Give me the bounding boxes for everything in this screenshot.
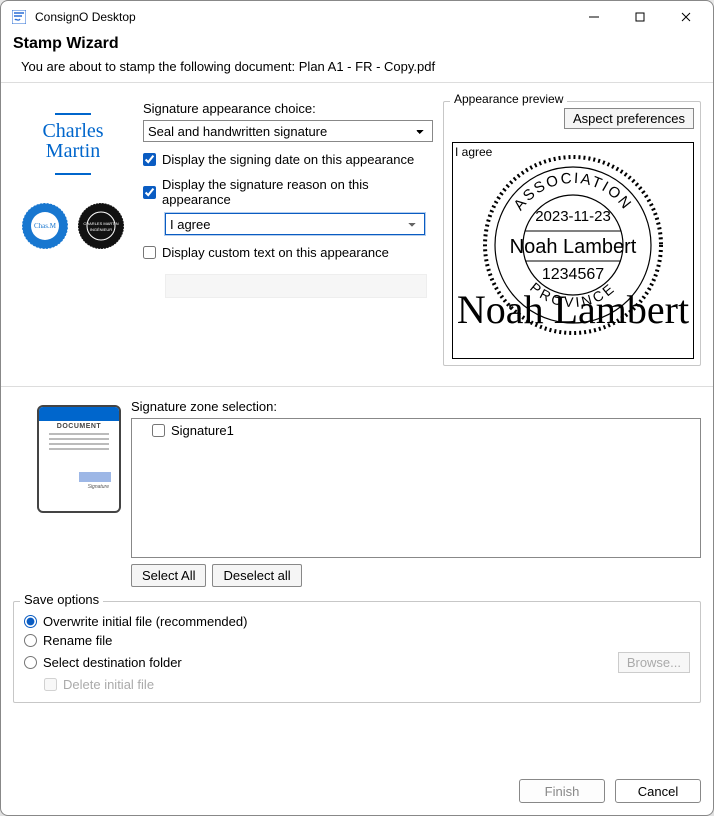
display-reason-option[interactable]: Display the signature reason on this app… [143,177,433,207]
zone-label: Signature zone selection: [131,399,701,414]
rename-radio[interactable] [24,634,37,647]
appearance-row: Charles Martin Chas.M CHARLES MARTIN [13,101,701,366]
delete-initial-checkbox [44,678,57,691]
svg-text:Chas.M: Chas.M [34,222,57,230]
content: Charles Martin Chas.M CHARLES MARTIN [1,83,713,767]
svg-text:CHARLES MARTIN: CHARLES MARTIN [83,221,118,226]
delete-initial-option: Delete initial file [44,677,690,692]
zone-item-checkbox[interactable] [152,424,165,437]
maximize-button[interactable] [617,3,663,31]
cursive-sample: Charles Martin [13,101,133,181]
display-custom-option[interactable]: Display custom text on this appearance [143,245,433,260]
appearance-form: Signature appearance choice: Seal and ha… [143,101,433,298]
cancel-button[interactable]: Cancel [615,779,701,803]
finish-button[interactable]: Finish [519,779,605,803]
wizard-title: Stamp Wizard [13,35,701,53]
titlebar: ConsignO Desktop [1,1,713,33]
appearance-select[interactable]: Seal and handwritten signature [143,120,433,142]
save-options-label: Save options [20,592,103,607]
browse-button: Browse... [618,652,690,673]
app-icon [11,9,27,25]
app-title: ConsignO Desktop [35,10,136,24]
display-date-option[interactable]: Display the signing date on this appeara… [143,152,433,167]
aspect-preferences-button[interactable]: Aspect preferences [564,108,694,129]
destination-radio[interactable] [24,656,37,669]
preview-label: Appearance preview [450,92,567,106]
seal-thumbnails: Chas.M CHARLES MARTIN INGÉNIEUR [20,201,126,251]
zone-list[interactable]: Signature1 [131,418,701,558]
preview-image: I agree ASSOCIATION PROVINCE 2023-11-23 [452,142,694,359]
svg-text:Noah Lambert: Noah Lambert [457,287,689,332]
preview-panel: Appearance preview Aspect preferences I … [443,101,701,366]
reason-input[interactable] [165,213,425,235]
divider [1,386,713,387]
appearance-label: Signature appearance choice: [143,101,433,116]
close-button[interactable] [663,3,709,31]
window: ConsignO Desktop Stamp Wizard You are ab… [0,0,714,816]
display-reason-checkbox[interactable] [143,186,156,199]
zone-item[interactable]: Signature1 [136,423,696,438]
rename-option[interactable]: Rename file [24,633,690,648]
zone-item-label: Signature1 [171,423,234,438]
display-custom-checkbox[interactable] [143,246,156,259]
overwrite-radio[interactable] [24,615,37,628]
document-thumbnail: DOCUMENT Signature [37,405,121,513]
signature-zone-row: DOCUMENT Signature Signature zone select… [13,399,701,587]
display-date-checkbox[interactable] [143,153,156,166]
svg-text:2023-11-23: 2023-11-23 [535,208,611,225]
svg-text:Noah Lambert: Noah Lambert [510,236,637,258]
overwrite-option[interactable]: Overwrite initial file (recommended) [24,614,690,629]
minimize-button[interactable] [571,3,617,31]
custom-text-disabled-input [165,274,427,298]
save-options-panel: Save options Overwrite initial file (rec… [13,601,701,703]
wizard-header: Stamp Wizard You are about to stamp the … [1,33,713,83]
svg-text:1234567: 1234567 [542,266,604,283]
select-all-button[interactable]: Select All [131,564,206,587]
deselect-all-button[interactable]: Deselect all [212,564,301,587]
wizard-subtitle: You are about to stamp the following doc… [21,59,701,74]
footer: Finish Cancel [1,767,713,815]
destination-option[interactable]: Select destination folder [24,655,182,670]
seal-black-icon: CHARLES MARTIN INGÉNIEUR [76,201,126,251]
appearance-thumbnail-column: Charles Martin Chas.M CHARLES MARTIN [13,101,133,251]
svg-text:INGÉNIEUR: INGÉNIEUR [90,227,112,232]
seal-blue-icon: Chas.M [20,201,70,251]
